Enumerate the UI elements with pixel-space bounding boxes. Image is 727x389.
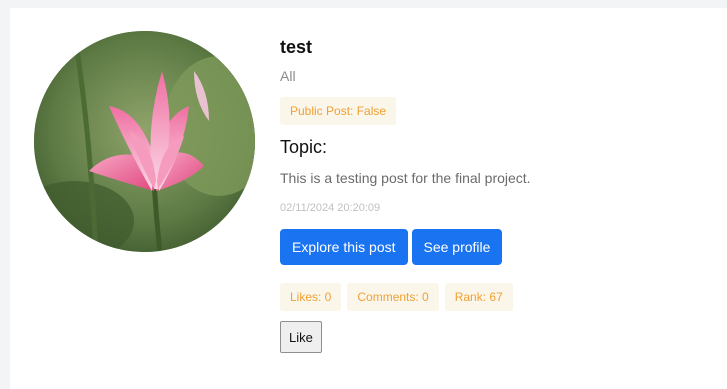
public-status-badge: Public Post: False (280, 97, 397, 125)
post-timestamp: 02/11/2024 20:20:09 (280, 202, 381, 214)
post-title: test (280, 37, 313, 57)
explore-post-button[interactable]: Explore this post (280, 229, 408, 265)
rank-badge: Rank: 67 (444, 283, 513, 311)
post-content: test All Public Post: False Topic: This … (280, 35, 710, 353)
post-card: test All Public Post: False Topic: This … (10, 8, 727, 389)
topic-heading: Topic: (280, 137, 328, 157)
comments-badge: Comments: 0 (347, 283, 439, 311)
post-stats: Likes: 0 Comments: 0 Rank: 67 (280, 283, 710, 311)
like-button[interactable]: Like (280, 321, 322, 353)
post-category: All (280, 68, 296, 84)
likes-badge: Likes: 0 (280, 283, 342, 311)
action-buttons: Explore this post See profile (280, 229, 710, 265)
lotus-flower-image (34, 31, 255, 252)
post-image (34, 31, 255, 252)
see-profile-button[interactable]: See profile (411, 229, 503, 265)
post-description: This is a testing post for the final pro… (280, 170, 531, 186)
